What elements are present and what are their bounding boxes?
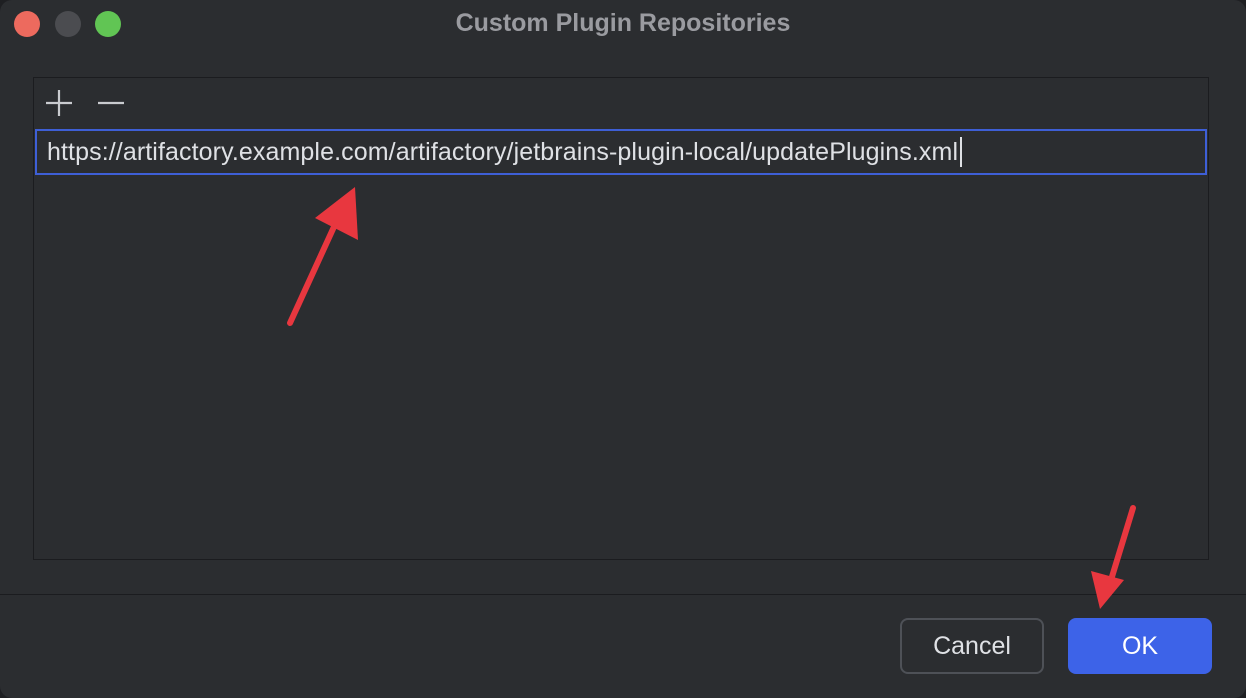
dialog-title: Custom Plugin Repositories [455,9,791,37]
repository-url-input[interactable]: https://artifactory.example.com/artifact… [35,129,1207,175]
title-bar: Custom Plugin Repositories [0,0,1246,48]
dialog-window: Custom Plugin Repositories https://artif… [0,0,1246,698]
remove-repository-button[interactable] [96,88,126,118]
minus-icon [98,101,124,105]
cancel-button[interactable]: Cancel [900,618,1044,674]
text-caret [960,137,963,167]
repository-url-text: https://artifactory.example.com/artifact… [47,137,959,166]
ok-button[interactable]: OK [1068,618,1212,674]
footer-divider [0,594,1246,595]
add-repository-button[interactable] [44,88,74,118]
plus-icon [46,90,72,116]
ok-button-label: OK [1121,631,1159,660]
cancel-button-label: Cancel [933,631,1011,660]
